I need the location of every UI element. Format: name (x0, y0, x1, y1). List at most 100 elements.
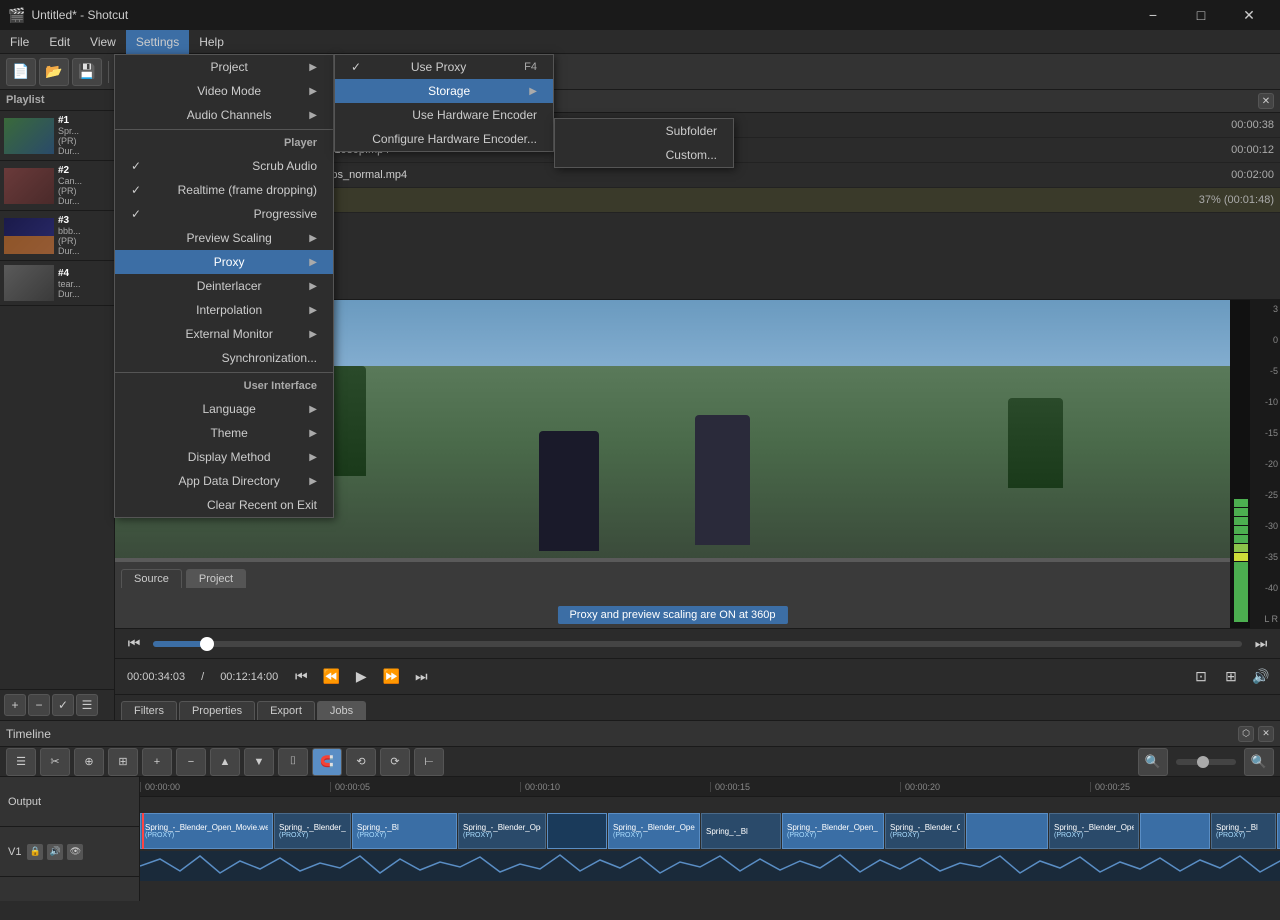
track-mute[interactable]: 🔊 (47, 844, 63, 860)
scrubber-bar[interactable] (153, 641, 1242, 647)
timeline-cut[interactable]: ✂ (40, 748, 70, 776)
timeline-split[interactable]: ⌷ (278, 748, 308, 776)
timeline-zoom-in[interactable]: 🔍 (1244, 748, 1274, 776)
storage-menu-list: Subfolder Custom... (555, 119, 733, 167)
clip-8[interactable]: Spring_-_Blender_Open_ (PROXY) (782, 813, 884, 849)
save-button[interactable]: 💾 (72, 58, 102, 86)
menu-realtime[interactable]: ✓ Realtime (frame dropping) (115, 178, 333, 202)
playlist-item[interactable]: #1 Spr... (PR) Dur... (0, 111, 114, 161)
timeline-snap[interactable]: 🧲 (312, 748, 342, 776)
track-lock[interactable]: 🔒 (27, 844, 43, 860)
playlist-thumb-4 (4, 265, 54, 301)
menu-clear-recent[interactable]: Clear Recent on Exit (115, 493, 333, 517)
menu-language[interactable]: Language ▶ (115, 397, 333, 421)
menu-proxy[interactable]: Proxy ▶ (115, 250, 333, 274)
goto-start-button[interactable]: ⏮ (121, 631, 147, 657)
playlist-item[interactable]: #3 bbb... (PR) Dur... (0, 211, 114, 261)
tab-jobs[interactable]: Jobs (317, 701, 366, 720)
menu-app-data-dir[interactable]: App Data Directory ▶ (115, 469, 333, 493)
minimize-button[interactable]: − (1130, 0, 1176, 30)
playlist-add[interactable]: + (4, 694, 26, 716)
grid-button[interactable]: ⊞ (1218, 664, 1244, 690)
timeline-up[interactable]: ▲ (210, 748, 240, 776)
source-tab[interactable]: Source (121, 569, 182, 588)
playlist-check[interactable]: ✓ (52, 694, 74, 716)
timeline-paste[interactable]: ⊞ (108, 748, 138, 776)
timeline-in-out[interactable]: ⊢ (414, 748, 444, 776)
menu-edit[interactable]: Edit (39, 30, 80, 54)
playlist-remove[interactable]: − (28, 694, 50, 716)
play-button[interactable]: ▶ (348, 664, 374, 690)
timeline-ripple[interactable]: ⟲ (346, 748, 376, 776)
zoom-handle[interactable] (1197, 756, 1209, 768)
clip-6[interactable]: Spring_-_Blender_Open_ (PROXY) (608, 813, 700, 849)
menu-settings[interactable]: Settings (126, 30, 189, 54)
storage-subfolder[interactable]: Subfolder (555, 119, 733, 143)
menu-synchronization[interactable]: Synchronization... (115, 346, 333, 370)
clip-10[interactable] (966, 813, 1048, 849)
menu-view[interactable]: View (80, 30, 126, 54)
menu-progressive[interactable]: ✓ Progressive (115, 202, 333, 226)
playlist-item[interactable]: #4 tear... Dur... (0, 261, 114, 306)
menu-interpolation[interactable]: Interpolation ▶ (115, 298, 333, 322)
tab-export[interactable]: Export (257, 701, 315, 720)
clip-2[interactable]: Spring_-_Blender_Open_ (PROXY) (274, 813, 351, 849)
timeline-append[interactable]: + (142, 748, 172, 776)
project-tab[interactable]: Project (186, 569, 246, 588)
timeline-close[interactable]: ✕ (1258, 726, 1274, 742)
menu-scrub-audio[interactable]: ✓ Scrub Audio (115, 154, 333, 178)
clip-11[interactable]: Spring_-_Blender_Open_Movie. (PROXY) (1049, 813, 1139, 849)
storage-custom[interactable]: Custom... (555, 143, 733, 167)
proxy-use-proxy[interactable]: ✓ Use Proxy F4 (335, 55, 553, 79)
timeline-loop[interactable]: ⟳ (380, 748, 410, 776)
proxy-storage[interactable]: Storage ▶ (335, 79, 553, 103)
menu-preview-scaling[interactable]: Preview Scaling ▶ (115, 226, 333, 250)
prev-frame-button[interactable]: ⏮ (288, 664, 314, 690)
clip-7[interactable]: Spring_-_Bl (701, 813, 781, 849)
menu-video-mode[interactable]: Video Mode ▶ (115, 79, 333, 103)
menu-project[interactable]: Project ▶ (115, 55, 333, 79)
proxy-configure-hardware[interactable]: Configure Hardware Encoder... (335, 127, 553, 151)
menu-audio-channels[interactable]: Audio Channels ▶ (115, 103, 333, 127)
proxy-hardware-encoder[interactable]: Use Hardware Encoder (335, 103, 553, 127)
clip-1[interactable]: Spring_-_Blender_Open_Movie.webm (PROXY) (140, 813, 273, 849)
timeline-zoom-out[interactable]: 🔍 (1138, 748, 1168, 776)
close-button[interactable]: ✕ (1226, 0, 1272, 30)
timeline-expand[interactable]: ⬡ (1238, 726, 1254, 742)
menu-help[interactable]: Help (189, 30, 234, 54)
menu-display-method[interactable]: Display Method ▶ (115, 445, 333, 469)
tab-properties[interactable]: Properties (179, 701, 255, 720)
clip-12[interactable] (1140, 813, 1210, 849)
clip-13[interactable]: Spring_-_Bl (PROXY) (1211, 813, 1276, 849)
playhead[interactable] (142, 813, 144, 849)
tab-filters[interactable]: Filters (121, 701, 177, 720)
clip-9[interactable]: Spring_-_Blender_Open_Movie. (PROXY) (885, 813, 965, 849)
timeline-copy[interactable]: ⊕ (74, 748, 104, 776)
playlist-menu[interactable]: ☰ (76, 694, 98, 716)
clip-3[interactable]: Spring_-_Bl (PROXY) (352, 813, 457, 849)
jobs-close[interactable]: ✕ (1258, 93, 1274, 109)
arrow-icon: ▶ (529, 86, 537, 97)
playlist-item[interactable]: #2 Can... (PR) Dur... (0, 161, 114, 211)
menu-deinterlacer[interactable]: Deinterlacer ▶ (115, 274, 333, 298)
volume-button[interactable]: 🔊 (1248, 664, 1274, 690)
clip-5[interactable] (547, 813, 607, 849)
goto-end-button[interactable]: ⏭ (1248, 631, 1274, 657)
maximize-button[interactable]: □ (1178, 0, 1224, 30)
menu-theme[interactable]: Theme ▶ (115, 421, 333, 445)
rewind-button[interactable]: ⏪ (318, 664, 344, 690)
next-frame-button[interactable]: ⏭ (408, 664, 434, 690)
timeline-down[interactable]: ▼ (244, 748, 274, 776)
open-button[interactable]: 📂 (39, 58, 69, 86)
zoom-fit-button[interactable]: ⊡ (1188, 664, 1214, 690)
menu-external-monitor[interactable]: External Monitor ▶ (115, 322, 333, 346)
fast-forward-button[interactable]: ⏩ (378, 664, 404, 690)
new-button[interactable]: 📄 (6, 58, 36, 86)
timeline-menu-btn[interactable]: ☰ (6, 748, 36, 776)
scrubber-handle[interactable] (200, 637, 214, 651)
menu-file[interactable]: File (0, 30, 39, 54)
clip-4[interactable]: Spring_-_Blender_Open_Movie. (PROXY) (458, 813, 546, 849)
zoom-slider[interactable] (1176, 759, 1236, 765)
track-eye[interactable]: 👁 (67, 844, 83, 860)
timeline-lift[interactable]: − (176, 748, 206, 776)
